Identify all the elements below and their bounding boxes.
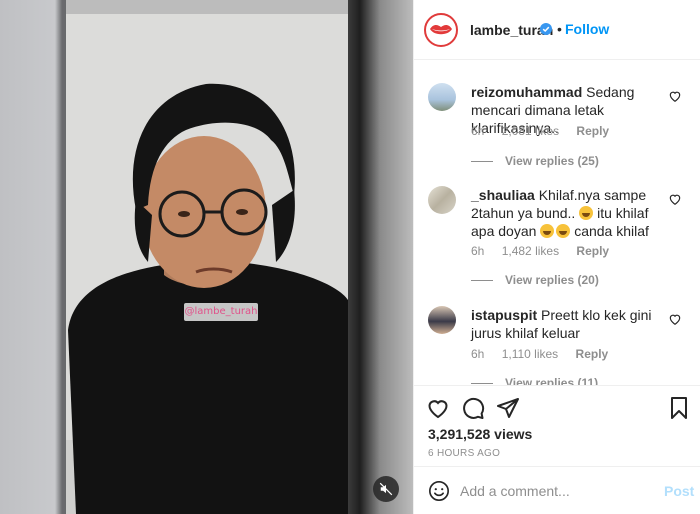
separator-dot: • bbox=[557, 21, 562, 37]
commenter-avatar[interactable] bbox=[428, 186, 456, 214]
heart-icon[interactable] bbox=[668, 312, 682, 326]
post-header: lambe_turah • Follow bbox=[414, 0, 700, 60]
smiley-icon[interactable] bbox=[428, 480, 450, 502]
bookmark-icon[interactable] bbox=[667, 396, 691, 420]
comment-meta: 6h 1,482 likes Reply bbox=[471, 244, 623, 258]
speaker-muted-icon bbox=[379, 482, 393, 496]
comment-input[interactable] bbox=[460, 481, 650, 501]
comment-time: 6h bbox=[471, 244, 485, 258]
view-replies-button[interactable]: View replies (20) bbox=[471, 273, 599, 287]
heart-icon[interactable] bbox=[426, 396, 450, 420]
comment-composer: Post bbox=[414, 466, 700, 514]
commenter-avatar[interactable] bbox=[428, 83, 456, 111]
video-player[interactable]: @lambe_turah bbox=[0, 0, 413, 514]
commenter-username[interactable]: _shauliaa bbox=[471, 187, 535, 203]
comment-text: _shauliaa Khilaf.nya sampe 2tahun ya bun… bbox=[471, 186, 661, 240]
view-replies-button[interactable]: View replies (11) bbox=[471, 376, 598, 385]
post-comment-button[interactable]: Post bbox=[664, 483, 694, 499]
view-count[interactable]: 3,291,528 views bbox=[428, 426, 532, 442]
heart-icon[interactable] bbox=[668, 192, 682, 206]
laughing-emoji-icon bbox=[540, 224, 555, 238]
commenter-username[interactable]: reizomuhammad bbox=[471, 84, 582, 100]
view-replies-label: View replies (25) bbox=[505, 154, 599, 168]
replies-divider bbox=[471, 161, 493, 163]
video-frame[interactable] bbox=[66, 0, 348, 514]
commenter-avatar[interactable] bbox=[428, 306, 456, 334]
comments-list[interactable]: reizomuhammad Sedang mencari dimana leta… bbox=[414, 61, 700, 385]
view-replies-label: View replies (20) bbox=[505, 273, 599, 287]
profile-avatar[interactable] bbox=[424, 13, 458, 47]
reply-button[interactable]: Reply bbox=[576, 124, 609, 138]
mute-button[interactable] bbox=[373, 476, 399, 502]
video-watermark: @lambe_turah bbox=[184, 303, 258, 321]
comment-likes[interactable]: 1,482 likes bbox=[502, 244, 559, 258]
reply-button[interactable]: Reply bbox=[576, 347, 609, 361]
view-replies-button[interactable]: View replies (25) bbox=[471, 154, 599, 168]
view-replies-label: View replies (11) bbox=[505, 376, 599, 385]
laughing-emoji-icon bbox=[556, 224, 571, 238]
comment-body-part: canda khilaf bbox=[574, 223, 649, 239]
paper-plane-icon[interactable] bbox=[496, 396, 520, 420]
reply-button[interactable]: Reply bbox=[576, 244, 609, 258]
comment-icon[interactable] bbox=[461, 396, 485, 420]
comment-time: 6h bbox=[471, 124, 485, 138]
post-actions-bar: 3,291,528 views 6 HOURS AGO bbox=[414, 385, 700, 465]
post-side-panel: lambe_turah • Follow reizomuhammad Sedan… bbox=[413, 0, 700, 514]
comment-meta: 6h 2,081 likes Reply bbox=[471, 124, 623, 138]
commenter-username[interactable]: istapuspit bbox=[471, 307, 537, 323]
heart-icon[interactable] bbox=[668, 89, 682, 103]
lips-logo-icon bbox=[430, 25, 452, 35]
video-subject-image bbox=[66, 14, 348, 514]
comment-likes[interactable]: 2,081 likes bbox=[502, 124, 559, 138]
verified-badge-icon bbox=[540, 23, 552, 35]
comment-text: istapuspit Preett klo kek gini jurus khi… bbox=[471, 306, 661, 342]
laughing-emoji-icon bbox=[579, 206, 594, 220]
comment-time: 6h bbox=[471, 347, 485, 361]
follow-button[interactable]: Follow bbox=[565, 21, 609, 37]
comment-meta: 6h 1,110 likes Reply bbox=[471, 347, 622, 361]
comment-likes[interactable]: 1,110 likes bbox=[502, 347, 558, 361]
replies-divider bbox=[471, 280, 493, 282]
post-time-ago: 6 HOURS AGO bbox=[428, 448, 501, 459]
